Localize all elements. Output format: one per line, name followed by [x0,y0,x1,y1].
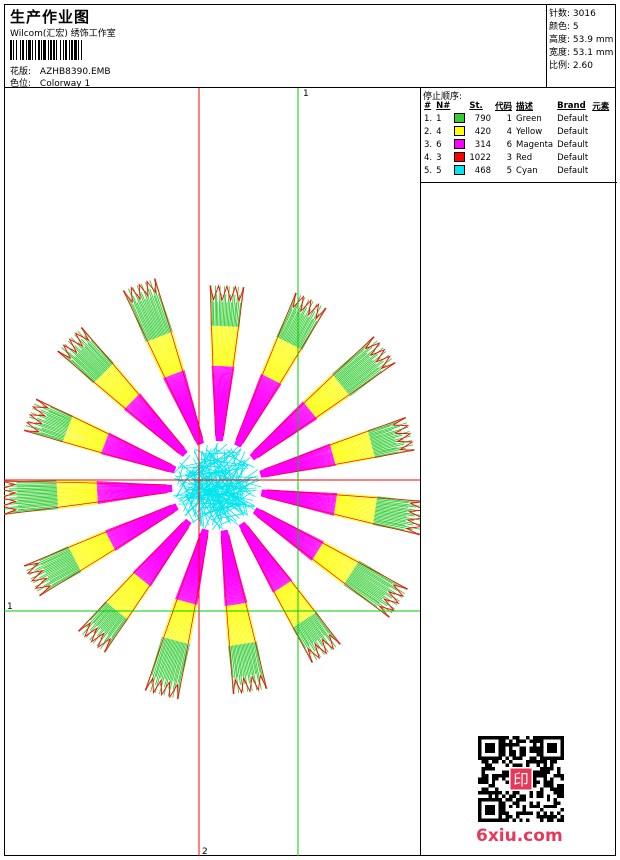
header: 生产作业图 Wilcom(汇宏) 绣饰工作室 花版: AZHB8390.EMB … [4,4,617,89]
axis-label-bottom: 2 [202,847,208,856]
row-needle: 5 [436,165,442,176]
row-desc: Red [516,152,533,163]
col-brand: Brand [557,101,586,111]
row-needle: 6 [436,139,442,150]
color-swatch [454,152,466,163]
row-element [590,112,611,125]
row-element [590,138,611,151]
col-swatch [452,100,467,112]
row-brand: Default [557,126,589,137]
row-code: 1 [506,113,513,124]
row-swatch [452,138,467,151]
row-index: 1. [424,113,433,124]
row-desc: Cyan [516,165,538,176]
row-element [590,151,611,164]
row-stitches: 420 [474,126,492,137]
row-desc: Green [516,113,542,124]
stat-width: 宽度: 53.1 mm [549,48,614,58]
col-needle: N# [436,101,451,111]
row-index: 3. [424,139,433,150]
stat-stitches: 针数: 3016 [549,9,596,19]
table-row: 4. 3 1022 3 Red Default [422,151,611,164]
axis-label-top: 1 [303,89,309,99]
row-brand: Default [557,165,589,176]
header-info: 生产作业图 Wilcom(汇宏) 绣饰工作室 花版: AZHB8390.EMB … [6,4,544,89]
stat-scale: 比例: 2.60 [549,61,593,71]
flower-petal [209,284,245,442]
row-needle: 3 [436,152,442,163]
col-stitches: St. [469,101,483,111]
row-brand: Default [557,113,589,124]
row-stitches: 468 [474,165,492,176]
stop-sequence-table: # N# St. 代码 描述 Brand 元素 1. 1 790 1 Green Defa… [422,100,611,177]
row-element [590,164,611,177]
color-swatch [454,139,466,150]
axis-label-left: 1 [7,602,13,612]
row-code: 3 [506,152,513,163]
barcode [10,40,156,60]
row-swatch [452,164,467,177]
row-swatch [452,112,467,125]
table-row: 2. 4 420 4 Yellow Default [422,125,611,138]
qr-stamp-text: 印 [513,771,528,789]
color-swatch [454,113,466,124]
row-code: 6 [506,139,513,150]
color-swatch [454,165,466,176]
row-index: 2. [424,126,433,137]
page-title: 生产作业图 [10,8,91,26]
row-stitches: 1022 [469,152,492,163]
row-desc: Yellow [516,126,543,137]
stat-colors: 颜色: 5 [549,22,579,32]
col-desc: 描述 [516,102,534,112]
table-row: 3. 6 314 6 Magenta Default [422,138,611,151]
panel-divider [421,182,617,183]
watermark: 6xiu.com [476,826,563,846]
col-index: # [424,101,432,111]
table-row: 1. 1 790 1 Green Default [422,112,611,125]
row-code: 5 [506,165,513,176]
row-brand: Default [557,152,589,163]
stat-height: 高度: 53.9 mm [549,35,614,45]
table-header-row: # N# St. 代码 描述 Brand 元素 [422,100,611,112]
row-desc: Magenta [516,139,554,150]
qr-code: 印 [478,736,564,822]
row-element [590,125,611,138]
row-index: 4. [424,152,433,163]
row-swatch [452,125,467,138]
stats-panel: 针数: 3016 颜色: 5 高度: 53.9 mm 宽度: 53.1 mm 比… [546,4,617,88]
company-name: Wilcom(汇宏) 绣饰工作室 [10,29,116,39]
design-canvas: 1 1 2 [4,88,420,856]
row-swatch [452,151,467,164]
row-stitches: 314 [474,139,492,150]
row-code: 4 [506,126,513,137]
row-needle: 4 [436,126,442,137]
row-stitches: 790 [474,113,492,124]
flower-petal [122,278,205,446]
col-code: 代码 [495,102,513,112]
flower-center [173,442,262,531]
row-needle: 1 [436,113,442,124]
col-element: 元素 [592,102,610,112]
table-row: 5. 5 468 5 Cyan Default [422,164,611,177]
row-index: 5. [424,165,433,176]
embroidery-preview [4,88,420,856]
color-swatch [454,126,466,137]
row-brand: Default [557,139,589,150]
flower-petal [4,480,173,515]
